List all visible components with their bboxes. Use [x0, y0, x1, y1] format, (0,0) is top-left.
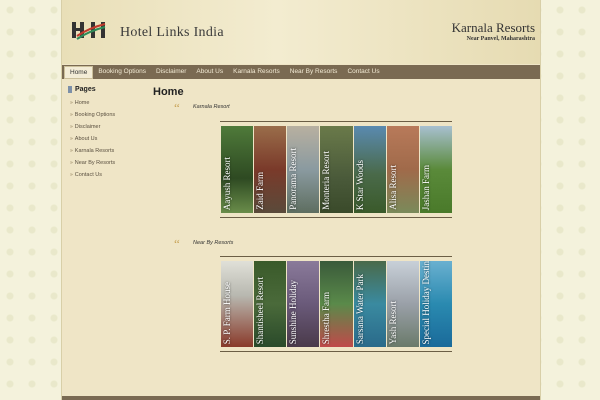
- sidebar-item-karnala-resorts[interactable]: » Karnala Resorts: [70, 148, 148, 154]
- site-title: Karnala Resorts: [451, 20, 535, 35]
- sidebar-item-booking-options[interactable]: » Booking Options: [70, 112, 148, 118]
- sidebar-item-label: Contact Us: [74, 172, 102, 178]
- sidebar-item-label: Karnala Resorts: [74, 148, 115, 154]
- nav-disclaimer[interactable]: Disclaimer: [151, 65, 191, 79]
- thumb-label: S. P. Farm House: [222, 281, 232, 344]
- sidebar-item-contact-us[interactable]: » Contact Us: [70, 172, 148, 178]
- double-chevron-icon: »: [70, 148, 73, 154]
- sidebar-item-label: About Us: [74, 136, 98, 142]
- thumb-shantisheel-resort[interactable]: Shantisheel Resort: [254, 261, 287, 347]
- thumb-jashan-farm[interactable]: Jashan Farm: [419, 126, 452, 213]
- double-chevron-icon: »: [70, 124, 73, 130]
- double-chevron-icon: »: [70, 112, 73, 118]
- section-label-near-by: Near By Resorts: [193, 240, 234, 246]
- footer-bar: [62, 396, 540, 400]
- sidebar-title: Pages: [68, 86, 148, 93]
- thumb-label: Alisa Resort: [387, 165, 398, 210]
- double-chevron-icon: »: [70, 100, 73, 106]
- nav-about-us[interactable]: About Us: [191, 65, 228, 79]
- sidebar-item-label: Near By Resorts: [74, 160, 116, 166]
- thumb-label: Aayush Resort: [222, 156, 232, 210]
- thumb-label: Special Holiday Destination: [420, 261, 431, 344]
- thumb-label: Monteria Resort: [321, 151, 332, 210]
- sidebar-item-disclaimer[interactable]: » Disclaimer: [70, 124, 148, 130]
- divider: [220, 256, 452, 257]
- thumb-label: Yash Resort: [387, 300, 398, 344]
- thumb-special-holiday-destination[interactable]: Special Holiday Destination: [419, 261, 452, 347]
- near-by-resorts-strip: S. P. Farm House Shantisheel Resort Suns…: [221, 261, 452, 347]
- thumb-label: Shantisheel Resort: [255, 276, 266, 344]
- nav-home[interactable]: Home: [64, 65, 94, 79]
- main-nav: Home Booking Options Disclaimer About Us…: [62, 65, 540, 79]
- thumb-aayush-resort[interactable]: Aayush Resort: [221, 126, 254, 213]
- quote-icon: “: [174, 100, 180, 115]
- thumb-alisa-resort[interactable]: Alisa Resort: [386, 126, 419, 213]
- thumb-sp-farm-house[interactable]: S. P. Farm House: [221, 261, 254, 347]
- divider: [220, 217, 452, 218]
- sidebar-item-about-us[interactable]: » About Us: [70, 136, 148, 142]
- thumb-label: Panorama Resort: [288, 148, 299, 210]
- thumb-monteria-resort[interactable]: Monteria Resort: [320, 126, 353, 213]
- karnala-resorts-strip: Aayush Resort Zaid Farm Panorama Resort …: [221, 126, 452, 213]
- thumb-label: Jashan Farm: [420, 164, 431, 210]
- thumb-sarsana-water-park[interactable]: Sarsana Water Park: [353, 261, 386, 347]
- thumb-label: Zaid Farm: [255, 172, 266, 210]
- thumb-k-star-woods[interactable]: K Star Woods: [353, 126, 386, 213]
- header: Hotel Links India Karnala Resorts Near P…: [62, 0, 540, 64]
- thumb-label: Sunshine Holiday: [288, 279, 299, 344]
- divider: [220, 351, 452, 352]
- section-label-karnala: Karnala Resort: [193, 104, 230, 110]
- thumb-zaid-farm[interactable]: Zaid Farm: [254, 126, 287, 213]
- double-chevron-icon: »: [70, 160, 73, 166]
- hotel-links-logo-icon[interactable]: [71, 20, 111, 42]
- pages-bar-icon: [68, 86, 72, 93]
- quote-icon: “: [174, 236, 180, 251]
- thumb-shrestha-farm[interactable]: Shrestha Farm: [320, 261, 353, 347]
- sidebar-item-home[interactable]: » Home: [70, 100, 148, 106]
- divider: [220, 121, 452, 122]
- sidebar-item-label: Booking Options: [74, 112, 116, 118]
- nav-karnala-resorts[interactable]: Karnala Resorts: [228, 65, 285, 79]
- sidebar-item-near-by-resorts[interactable]: » Near By Resorts: [70, 160, 148, 166]
- sidebar-item-label: Home: [74, 100, 90, 106]
- thumb-panorama-resort[interactable]: Panorama Resort: [287, 126, 320, 213]
- sidebar-title-label: Pages: [75, 86, 96, 93]
- nav-near-by-resorts[interactable]: Near By Resorts: [285, 65, 343, 79]
- double-chevron-icon: »: [70, 172, 73, 178]
- thumb-sunshine-holiday[interactable]: Sunshine Holiday: [287, 261, 320, 347]
- logo-text[interactable]: Hotel Links India: [120, 25, 224, 41]
- nav-booking-options[interactable]: Booking Options: [93, 65, 151, 79]
- page-container: Hotel Links India Karnala Resorts Near P…: [61, 0, 541, 400]
- nav-contact-us[interactable]: Contact Us: [342, 65, 384, 79]
- sidebar: Pages » Home » Booking Options » Disclaimer…: [68, 86, 148, 178]
- site-subtitle: Near Panvel, Maharashtra: [466, 36, 535, 42]
- thumb-label: Shrestha Farm: [321, 291, 332, 344]
- double-chevron-icon: »: [70, 136, 73, 142]
- page-title: Home: [153, 86, 184, 98]
- sidebar-item-label: Disclaimer: [74, 124, 101, 130]
- thumb-label: Sarsana Water Park: [354, 273, 365, 344]
- thumb-label: K Star Woods: [354, 159, 365, 210]
- thumb-yash-resort[interactable]: Yash Resort: [386, 261, 419, 347]
